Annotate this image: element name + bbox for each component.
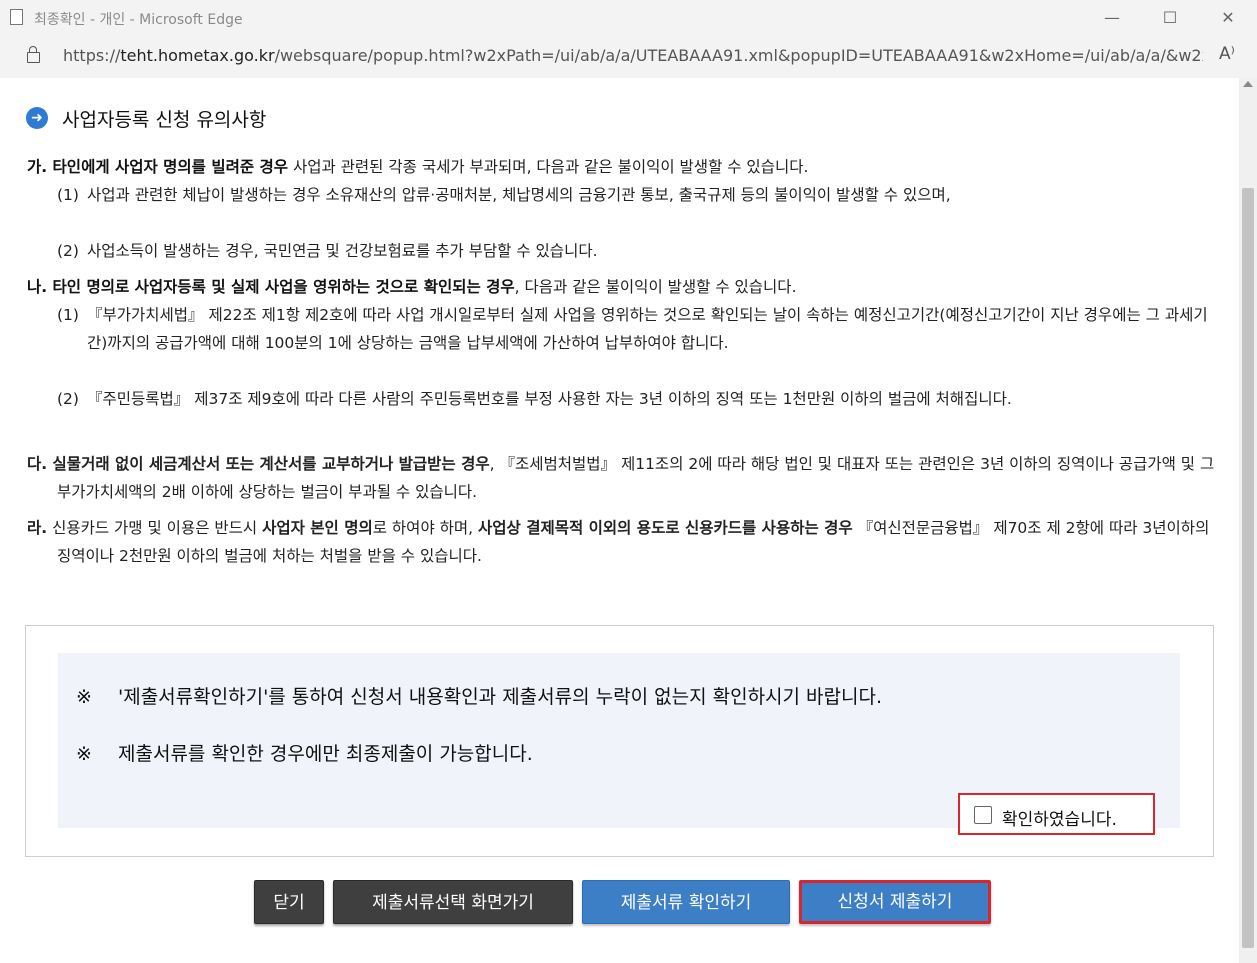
notice-item-ga: 가. 타인에게 사업자 명의를 빌려준 경우 사업과 관련된 각종 국세가 부과… bbox=[27, 153, 1217, 181]
submit-application-button[interactable]: 신청서 제출하기 bbox=[799, 880, 991, 924]
item-na-text: , 다음과 같은 불이익이 발생할 수 있습니다. bbox=[514, 278, 797, 296]
sub-number: (1) bbox=[57, 306, 79, 324]
maximize-button[interactable]: ☐ bbox=[1150, 6, 1190, 30]
sub-number: (1) bbox=[57, 186, 79, 204]
close-window-button[interactable]: ✕ bbox=[1208, 6, 1248, 30]
item-na-heading: 나. 타인 명의로 사업자등록 및 실제 사업을 영위하는 것으로 확인되는 경… bbox=[27, 278, 515, 296]
notice-line-2: ※ 제출서류를 확인한 경우에만 최종제출이 가능합니다. bbox=[76, 739, 533, 766]
sub-text: 사업과 관련한 체납이 발생하는 경우 소유재산의 압류·공매처분, 체납명세의… bbox=[87, 186, 951, 204]
check-docs-button[interactable]: 제출서류 확인하기 bbox=[582, 880, 790, 924]
popup-content: ➜ 사업자등록 신청 유의사항 가. 타인에게 사업자 명의를 빌려준 경우 사… bbox=[0, 78, 1239, 963]
sub-text: 사업소득이 발생하는 경우, 국민연금 및 건강보험료를 추가 부담할 수 있습… bbox=[87, 242, 598, 260]
notice-item-da: 다. 실물거래 없이 세금계산서 또는 계산서를 교부하거나 발급받는 경우, … bbox=[27, 450, 1217, 506]
sub-number: (2) bbox=[57, 390, 79, 408]
sub-number: (2) bbox=[57, 242, 79, 260]
sub-text: 『주민등록법』 제37조 제9호에 따라 다른 사람의 주민등록번호를 부정 사… bbox=[87, 390, 1012, 408]
scroll-up-arrow-icon[interactable] bbox=[1243, 81, 1253, 87]
section-title: 사업자등록 신청 유의사항 bbox=[62, 109, 267, 131]
item-ga-sub2: (2) 사업소득이 발생하는 경우, 국민연금 및 건강보험료를 추가 부담할 … bbox=[57, 237, 1217, 265]
item-ga-text: 사업과 관련된 각종 국세가 부과되며, 다음과 같은 불이익이 발생할 수 있… bbox=[288, 158, 809, 176]
goto-doc-select-button[interactable]: 제출서류선택 화면가기 bbox=[333, 880, 573, 924]
item-ra-bold1: 사업자 본인 명의 bbox=[262, 519, 373, 537]
vertical-scrollbar[interactable] bbox=[1239, 78, 1257, 963]
sub-text: 『부가가치세법』 제22조 제1항 제2호에 따라 사업 개시일로부터 실제 사… bbox=[87, 306, 1208, 352]
minimize-button[interactable]: — bbox=[1092, 6, 1132, 30]
scrollbar-thumb[interactable] bbox=[1242, 188, 1254, 948]
item-ra-prefix: 라. bbox=[27, 519, 48, 537]
item-na-sub1: (1) 『부가가치세법』 제22조 제1항 제2호에 따라 사업 개시일로부터 … bbox=[57, 301, 1217, 357]
confirmation-box: ※ '제출서류확인하기'를 통하여 신청서 내용확인과 제출서류의 누락이 없는지… bbox=[25, 625, 1214, 857]
item-na-sub2: (2) 『주민등록법』 제37조 제9호에 따라 다른 사람의 주민등록번호를 … bbox=[57, 385, 1217, 413]
url-host: teht.hometax.go.kr bbox=[120, 46, 275, 65]
window-title: 최종확인 - 개인 - Microsoft Edge bbox=[34, 12, 243, 28]
window-titlebar: 최종확인 - 개인 - Microsoft Edge — ☐ ✕ bbox=[0, 0, 1257, 34]
page-icon bbox=[10, 9, 23, 25]
lock-icon[interactable] bbox=[27, 46, 40, 63]
confirm-checkbox-label[interactable]: 확인하였습니다. bbox=[1002, 805, 1117, 830]
notice-item-na: 나. 타인 명의로 사업자등록 및 실제 사업을 영위하는 것으로 확인되는 경… bbox=[27, 273, 1217, 301]
item-ga-heading: 가. 타인에게 사업자 명의를 빌려준 경우 bbox=[27, 158, 289, 176]
item-ga-sub1: (1) 사업과 관련한 체납이 발생하는 경우 소유재산의 압류·공매처분, 체… bbox=[57, 181, 1217, 209]
arrow-right-circle-icon: ➜ bbox=[26, 107, 48, 129]
item-ra-bold2: 사업상 결제목적 이외의 용도로 신용카드를 사용하는 경우 bbox=[478, 519, 853, 537]
confirmation-inner: ※ '제출서류확인하기'를 통하여 신청서 내용확인과 제출서류의 누락이 없는지… bbox=[58, 653, 1180, 835]
notice-line-1: ※ '제출서류확인하기'를 통하여 신청서 내용확인과 제출서류의 누락이 없는지… bbox=[76, 682, 882, 709]
address-bar[interactable]: https://teht.hometax.go.kr/websquare/pop… bbox=[0, 34, 1257, 78]
item-ra-text1: 신용카드 가맹 및 이용은 반드시 bbox=[47, 519, 263, 537]
close-button[interactable]: 닫기 bbox=[254, 880, 324, 924]
url-path: /websquare/popup.html?w2xPath=/ui/ab/a/a… bbox=[274, 46, 1203, 65]
notice-item-ra: 라. 신용카드 가맹 및 이용은 반드시 사업자 본인 명의로 하여야 하며, … bbox=[27, 514, 1217, 570]
confirm-checkbox[interactable] bbox=[974, 806, 992, 824]
confirm-checkbox-area[interactable]: 확인하였습니다. bbox=[958, 793, 1155, 835]
read-aloud-icon[interactable]: A⁾ bbox=[1219, 44, 1235, 64]
url-text[interactable]: https://teht.hometax.go.kr/websquare/pop… bbox=[63, 46, 1203, 65]
notice-line-2-text: 제출서류를 확인한 경우에만 최종제출이 가능합니다. bbox=[118, 743, 533, 765]
reference-mark: ※ bbox=[76, 743, 92, 765]
item-ra-text2: 로 하여야 하며, bbox=[372, 519, 479, 537]
item-da-heading: 다. 실물거래 없이 세금계산서 또는 계산서를 교부하거나 발급받는 경우 bbox=[27, 455, 490, 473]
notice-line-1-text: '제출서류확인하기'를 통하여 신청서 내용확인과 제출서류의 누락이 없는지 … bbox=[118, 686, 883, 708]
reference-mark: ※ bbox=[76, 686, 92, 708]
url-prefix: https:// bbox=[63, 46, 121, 65]
